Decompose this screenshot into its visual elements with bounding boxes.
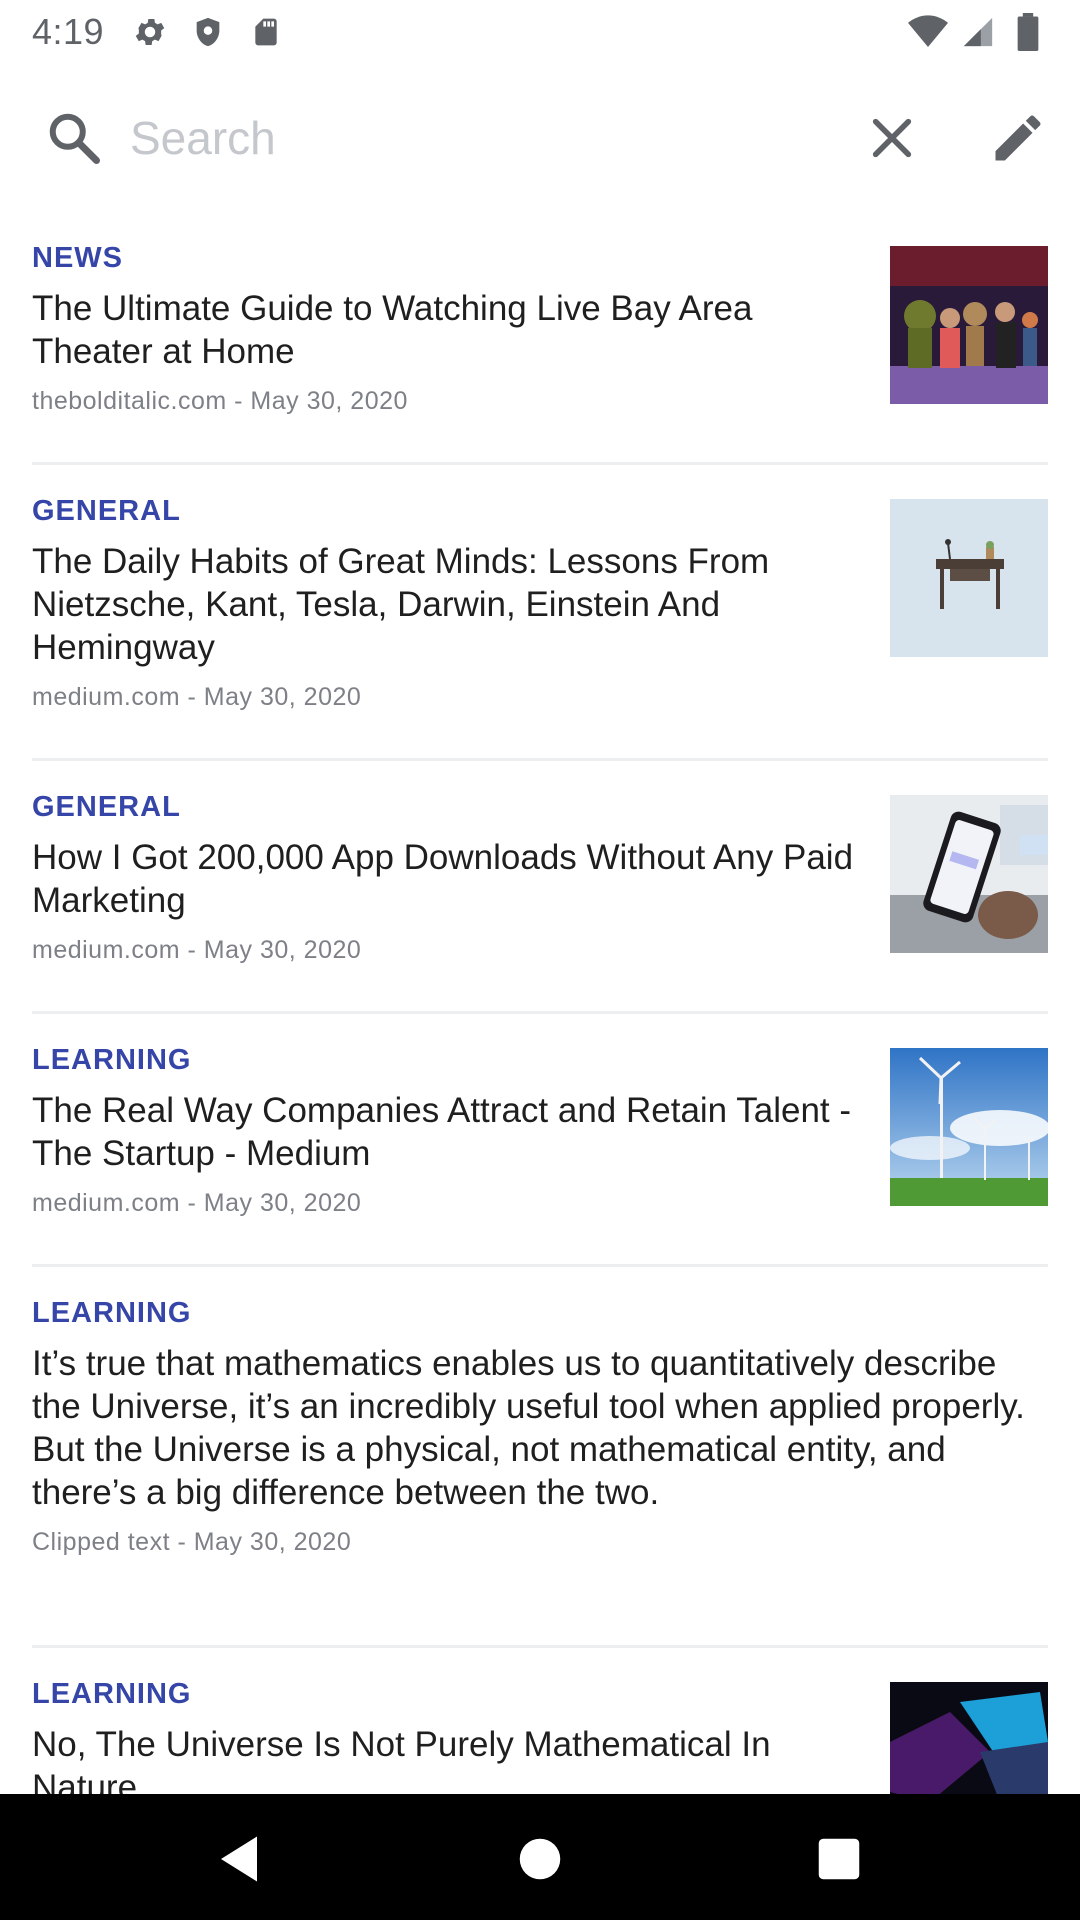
close-icon[interactable] bbox=[864, 110, 920, 166]
article-title: The Daily Habits of Great Minds: Lessons… bbox=[32, 542, 770, 667]
article-category: GENERAL bbox=[32, 495, 181, 527]
back-icon[interactable] bbox=[212, 1832, 266, 1886]
search-input[interactable] bbox=[130, 104, 830, 172]
search-icon[interactable] bbox=[44, 108, 104, 168]
article-meta: medium.com - May 30, 2020 bbox=[32, 936, 362, 964]
article-item[interactable]: NEWS The Ultimate Guide to Watching Live… bbox=[32, 212, 1048, 465]
article-category: GENERAL bbox=[32, 791, 181, 823]
article-category: NEWS bbox=[32, 242, 123, 274]
battery-icon bbox=[1008, 12, 1048, 52]
gear-icon bbox=[130, 12, 170, 52]
recents-icon[interactable] bbox=[812, 1832, 866, 1886]
article-meta: Clipped text - May 30, 2020 bbox=[32, 1528, 352, 1556]
shield-icon bbox=[188, 12, 228, 52]
article-category: LEARNING bbox=[32, 1044, 192, 1076]
article-title: The Real Way Companies Attract and Retai… bbox=[32, 1091, 852, 1173]
wifi-icon bbox=[908, 12, 948, 52]
article-thumbnail bbox=[890, 1682, 1048, 1794]
article-meta: thebolditalic.com - May 30, 2020 bbox=[32, 387, 408, 415]
article-item[interactable]: LEARNING No, The Universe Is Not Purely … bbox=[32, 1648, 1048, 1794]
article-thumbnail bbox=[890, 1048, 1048, 1206]
article-title: It’s true that mathematics enables us to… bbox=[32, 1344, 1025, 1512]
article-thumbnail bbox=[890, 499, 1048, 657]
article-category: LEARNING bbox=[32, 1678, 192, 1710]
article-thumbnail bbox=[890, 246, 1048, 404]
search-bar bbox=[0, 64, 1080, 212]
signal-icon bbox=[958, 12, 998, 52]
status-time: 4:19 bbox=[32, 11, 105, 52]
article-meta: medium.com - May 30, 2020 bbox=[32, 683, 362, 711]
article-item[interactable]: LEARNING The Real Way Companies Attract … bbox=[32, 1014, 1048, 1267]
edit-pencil-icon[interactable] bbox=[988, 108, 1048, 168]
article-title: No, The Universe Is Not Purely Mathemati… bbox=[32, 1725, 771, 1794]
article-category: LEARNING bbox=[32, 1297, 192, 1329]
article-list: NEWS The Ultimate Guide to Watching Live… bbox=[0, 212, 1080, 1794]
sd-card-icon bbox=[246, 12, 286, 52]
article-item[interactable]: LEARNING It’s true that mathematics enab… bbox=[32, 1267, 1048, 1648]
article-title: The Ultimate Guide to Watching Live Bay … bbox=[32, 289, 753, 371]
status-bar: 4:19 bbox=[0, 0, 1080, 64]
article-meta: medium.com - May 30, 2020 bbox=[32, 1189, 362, 1217]
article-title: How I Got 200,000 App Downloads Without … bbox=[32, 838, 854, 920]
article-thumbnail bbox=[890, 795, 1048, 953]
article-item[interactable]: GENERAL How I Got 200,000 App Downloads … bbox=[32, 761, 1048, 1014]
navigation-bar bbox=[0, 1794, 1080, 1920]
article-item[interactable]: GENERAL The Daily Habits of Great Minds:… bbox=[32, 465, 1048, 761]
home-icon[interactable] bbox=[513, 1832, 567, 1886]
